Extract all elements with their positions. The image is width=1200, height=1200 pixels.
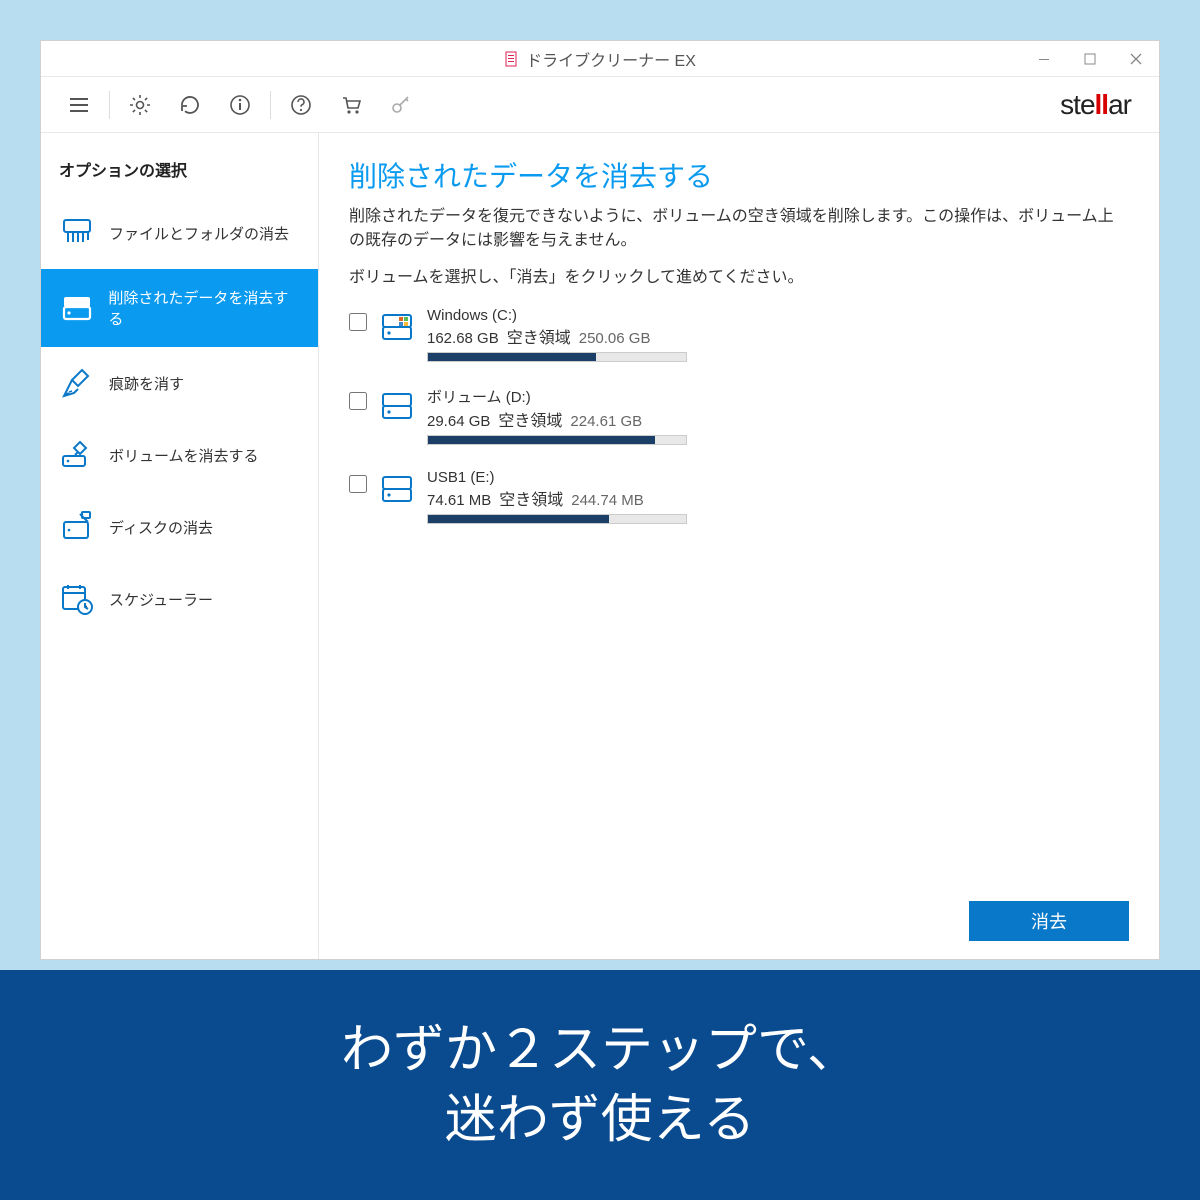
refresh-icon[interactable]: [170, 85, 210, 125]
sidebar-item-label: ファイルとフォルダの消去: [109, 223, 289, 244]
volume-used: 74.61 MB: [427, 492, 491, 509]
shredder-icon: [59, 215, 95, 251]
sidebar-item-erase-volume[interactable]: ボリュームを消去する: [41, 419, 318, 491]
volume-usage-bar: [427, 435, 687, 445]
sidebar-item-erase-deleted[interactable]: 削除されたデータを消去する: [41, 269, 318, 347]
gear-icon[interactable]: [120, 85, 160, 125]
cart-icon[interactable]: [331, 85, 371, 125]
toolbar: stellar: [41, 77, 1159, 133]
sidebar-item-erase-disk[interactable]: ディスクの消去: [41, 491, 318, 563]
brand-logo: stellar: [1060, 89, 1141, 121]
drive-icon: [379, 309, 415, 345]
help-icon[interactable]: [281, 85, 321, 125]
sidebar-item-erase-traces[interactable]: 痕跡を消す: [41, 347, 318, 419]
drive-icon: [379, 388, 415, 424]
menu-icon[interactable]: [59, 85, 99, 125]
sidebar-item-label: 痕跡を消す: [109, 373, 184, 394]
volume-total: 250.06 GB: [579, 330, 651, 347]
sidebar-item-label: 削除されたデータを消去する: [108, 287, 300, 329]
volume-row: USB1 (E:) 74.61 MB 空き領域 244.74 MB: [349, 469, 1129, 524]
broom-icon: [59, 365, 95, 401]
volume-used: 29.64 GB: [427, 413, 490, 430]
volume-total: 244.74 MB: [571, 492, 644, 509]
sidebar-item-label: スケジューラー: [109, 589, 213, 610]
disk-erase-icon: [59, 509, 95, 545]
volume-name: USB1 (E:): [427, 469, 687, 486]
main-panel: 削除されたデータを消去する 削除されたデータを復元できないように、ボリュームの空…: [319, 133, 1159, 959]
titlebar: ドライブクリーナー EX: [41, 41, 1159, 77]
volume-usage-bar: [427, 514, 687, 524]
volume-name: Windows (C:): [427, 307, 687, 324]
separator: [109, 91, 110, 119]
app-icon: [504, 51, 520, 67]
separator: [270, 91, 271, 119]
marketing-caption: わずか２ステップで、 迷わず使える: [0, 970, 1200, 1200]
page-title: 削除されたデータを消去する: [349, 155, 1129, 195]
volume-row: Windows (C:) 162.68 GB 空き領域 250.06 GB: [349, 307, 1129, 362]
volume-checkbox[interactable]: [349, 313, 367, 331]
page-description: 削除されたデータを復元できないように、ボリュームの空き領域を削除します。この操作…: [349, 205, 1129, 253]
volume-row: ボリューム (D:) 29.64 GB 空き領域 224.61 GB: [349, 386, 1129, 445]
volume-used: 162.68 GB: [427, 330, 499, 347]
caption-line-2: 迷わず使える: [445, 1085, 755, 1155]
free-space-label: 空き領域: [499, 486, 563, 510]
sidebar-item-label: ボリュームを消去する: [109, 445, 259, 466]
volume-total: 224.61 GB: [570, 413, 642, 430]
calendar-clock-icon: [59, 581, 95, 617]
volume-checkbox[interactable]: [349, 475, 367, 493]
drive-icon: [379, 471, 415, 507]
sidebar: オプションの選択 ファイルとフォルダの消去 削除されたデータを消去する: [41, 133, 319, 959]
key-icon[interactable]: [381, 85, 421, 125]
sidebar-item-label: ディスクの消去: [109, 517, 213, 538]
sidebar-title: オプションの選択: [41, 151, 318, 197]
window-title: ドライブクリーナー EX: [526, 47, 696, 71]
sidebar-item-scheduler[interactable]: スケジューラー: [41, 563, 318, 635]
sidebar-item-files-folders[interactable]: ファイルとフォルダの消去: [41, 197, 318, 269]
volume-name: ボリューム (D:): [427, 386, 687, 407]
info-icon[interactable]: [220, 85, 260, 125]
drive-icon: [59, 290, 94, 326]
free-space-label: 空き領域: [507, 324, 571, 348]
caption-line-1: わずか２ステップで、: [341, 1015, 859, 1085]
volume-checkbox[interactable]: [349, 392, 367, 410]
app-window: ドライブクリーナー EX: [40, 40, 1160, 960]
drive-broom-icon: [59, 437, 95, 473]
volume-usage-bar: [427, 352, 687, 362]
page-instruction: ボリュームを選択し、「消去」をクリックして進めてください。: [349, 263, 1129, 287]
free-space-label: 空き領域: [498, 407, 562, 431]
erase-button[interactable]: 消去: [969, 901, 1129, 941]
volume-list: Windows (C:) 162.68 GB 空き領域 250.06 GB ボリ…: [349, 307, 1129, 524]
